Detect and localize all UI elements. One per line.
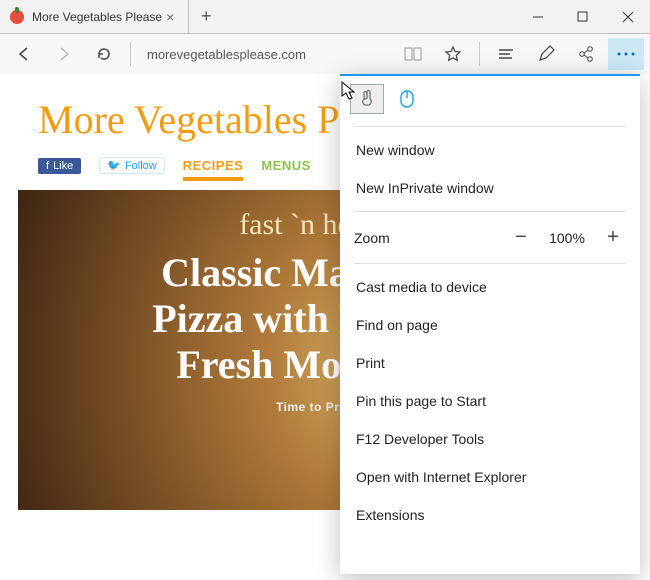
webnote-button[interactable]: [528, 38, 564, 70]
share-button[interactable]: [568, 38, 604, 70]
menu-zoom-row: Zoom − 100% +: [340, 216, 640, 259]
pen-icon: [537, 45, 555, 63]
refresh-button[interactable]: [86, 38, 122, 70]
arrow-right-icon: [55, 45, 73, 63]
like-label: Like: [53, 160, 73, 172]
arrow-left-icon: [15, 45, 33, 63]
menu-devtools[interactable]: F12 Developer Tools: [340, 420, 640, 458]
facebook-like-button[interactable]: f Like: [38, 158, 81, 174]
more-button[interactable]: [608, 38, 644, 70]
window-controls: [515, 0, 650, 34]
hub-button[interactable]: [488, 38, 524, 70]
menu-cast[interactable]: Cast media to device: [340, 268, 640, 306]
minimize-button[interactable]: [515, 0, 560, 33]
ellipsis-icon: [616, 50, 636, 58]
nav-recipes[interactable]: RECIPES: [183, 158, 244, 173]
titlebar-drag-area: [223, 0, 515, 34]
back-button[interactable]: [6, 38, 42, 70]
browser-tab[interactable]: More Vegetables Please ×: [0, 0, 189, 34]
address-bar[interactable]: morevegetablesplease.com: [139, 41, 349, 67]
lines-icon: [497, 47, 515, 61]
tab-close-button[interactable]: ×: [162, 9, 178, 25]
maximize-button[interactable]: [560, 0, 605, 33]
book-icon: [404, 47, 422, 61]
star-icon: [444, 45, 462, 63]
close-window-button[interactable]: [605, 0, 650, 33]
twitter-icon: 🐦: [107, 159, 121, 172]
share-icon: [577, 45, 595, 63]
favorites-button[interactable]: [435, 38, 471, 70]
mouse-mode-button[interactable]: [390, 84, 424, 114]
hand-icon: [358, 89, 376, 109]
mouse-icon: [399, 89, 415, 109]
menu-new-window[interactable]: New window: [340, 131, 640, 169]
reading-view-button[interactable]: [395, 38, 431, 70]
twitter-follow-button[interactable]: 🐦 Follow: [99, 157, 165, 174]
facebook-icon: f: [46, 160, 49, 172]
menu-find[interactable]: Find on page: [340, 306, 640, 344]
toolbar-separator: [130, 42, 131, 66]
toolbar-separator: [479, 42, 480, 66]
new-tab-button[interactable]: +: [189, 0, 223, 34]
more-menu: New window New InPrivate window Zoom − 1…: [340, 74, 640, 574]
forward-button[interactable]: [46, 38, 82, 70]
address-url: morevegetablesplease.com: [147, 47, 306, 62]
menu-separator: [354, 211, 626, 212]
follow-label: Follow: [125, 160, 157, 172]
titlebar: More Vegetables Please × +: [0, 0, 650, 34]
menu-extensions[interactable]: Extensions: [340, 496, 640, 534]
zoom-label: Zoom: [354, 230, 390, 246]
tomato-favicon-icon: [10, 10, 24, 24]
menu-mode-row: [340, 76, 640, 122]
refresh-icon: [95, 45, 113, 63]
menu-separator: [354, 126, 626, 127]
zoom-value: 100%: [544, 230, 590, 246]
menu-open-ie[interactable]: Open with Internet Explorer: [340, 458, 640, 496]
menu-new-inprivate[interactable]: New InPrivate window: [340, 169, 640, 207]
menu-print[interactable]: Print: [340, 344, 640, 382]
zoom-out-button[interactable]: −: [508, 226, 534, 249]
toolbar: morevegetablesplease.com: [0, 34, 650, 74]
tab-title: More Vegetables Please: [32, 10, 162, 24]
menu-pin[interactable]: Pin this page to Start: [340, 382, 640, 420]
touch-mode-button[interactable]: [350, 84, 384, 114]
nav-menus[interactable]: MENUS: [261, 158, 310, 173]
menu-separator: [354, 263, 626, 264]
zoom-in-button[interactable]: +: [600, 226, 626, 249]
